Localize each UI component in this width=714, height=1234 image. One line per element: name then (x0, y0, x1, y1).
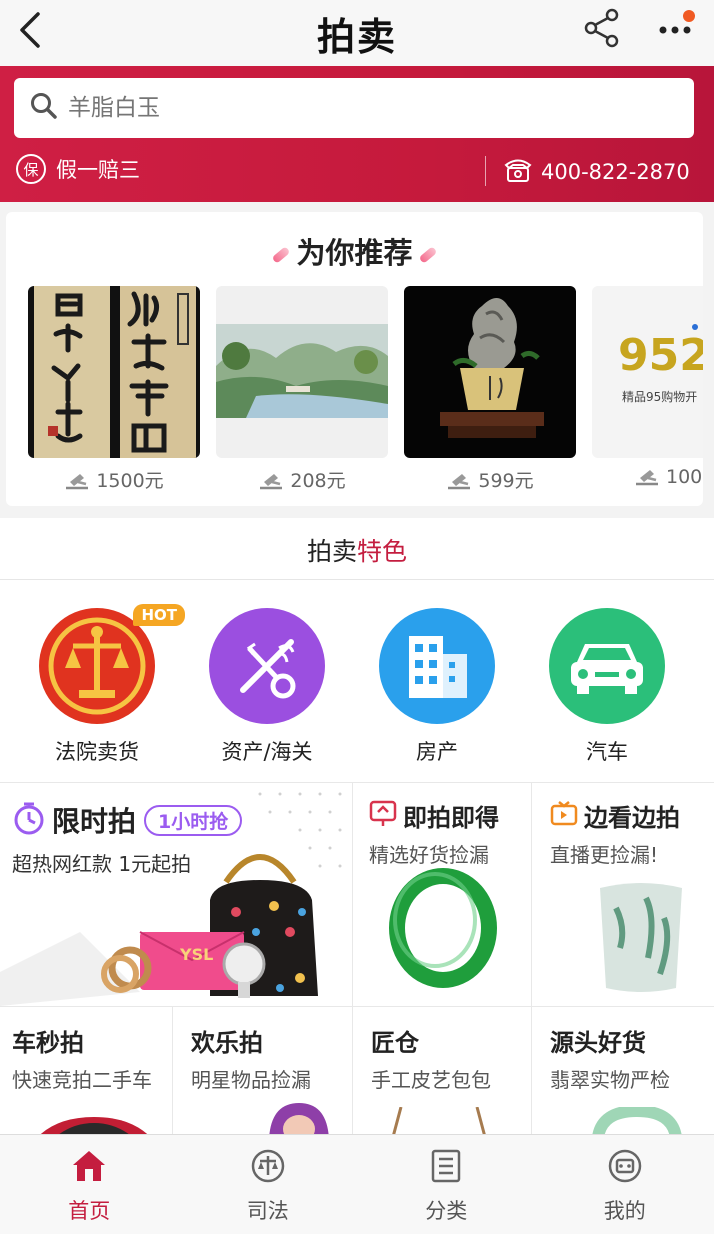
tab-home[interactable]: 首页 (0, 1135, 179, 1234)
recommend-item-price: 1500元 (28, 466, 200, 495)
feature-assets-customs[interactable]: 资产/海关 (202, 608, 332, 766)
gavel-board-icon (369, 800, 397, 832)
car-subtitle: 快速竞拍二手车 (12, 1068, 152, 1092)
feature-real-estate[interactable]: 房产 (372, 608, 502, 766)
decor-pill-icon (418, 246, 437, 264)
phone-icon (503, 154, 533, 189)
page-title: 拍卖 (316, 14, 397, 59)
recommend-item-image[interactable]: 952 精品95购物开 (592, 286, 703, 458)
instant-subtitle: 精选好货捡漏 (369, 843, 489, 867)
craft-card[interactable]: 匠仓 手工皮艺包包 (353, 1007, 531, 1134)
live-title: 边看边拍 (584, 804, 680, 832)
building-icon (379, 608, 495, 724)
recommend-title: 为你推荐 (6, 230, 703, 272)
recommend-item-price: 208元 (216, 466, 388, 495)
jade-bangle-image (389, 868, 497, 988)
jade-bangle-image (592, 1107, 682, 1134)
recommend-item-price: 599元 (404, 466, 576, 495)
instant-title: 即拍即得 (403, 804, 499, 832)
recommend-item-price: 100 (592, 466, 703, 491)
luxury-products-image: YSL (101, 854, 318, 998)
recommend-item-image[interactable] (404, 286, 576, 458)
search-input[interactable] (68, 95, 628, 121)
hotline-link[interactable]: 400-822-2870 (503, 154, 690, 189)
navigation-bar: 拍卖 (0, 0, 714, 66)
profile-icon (607, 1149, 643, 1187)
live-subtitle: 直播更捡漏! (550, 843, 659, 867)
divider (0, 782, 714, 783)
share-icon[interactable] (582, 8, 622, 48)
recommend-item-image[interactable] (216, 286, 388, 458)
notification-dot (683, 10, 695, 22)
gavel-icon (64, 470, 90, 495)
fun-auction-card[interactable]: 欢乐拍 明星物品捡漏 (173, 1007, 352, 1134)
car-image (40, 1117, 148, 1134)
car-icon (549, 608, 665, 724)
source-title: 源头好货 (550, 1029, 646, 1057)
guarantee-icon: 保 (16, 154, 46, 184)
car-auction-card[interactable]: 车秒拍 快速竞拍二手车 (0, 1007, 172, 1134)
divider (531, 782, 532, 1134)
fun-subtitle: 明星物品捡漏 (191, 1068, 311, 1092)
guarantee-label: 假一赔三 (56, 158, 140, 182)
category-icon (428, 1149, 464, 1187)
divider (0, 1006, 714, 1007)
tab-judicial[interactable]: 司法 (179, 1135, 358, 1234)
search-icon (30, 92, 58, 124)
promo-grid: 限时拍 1小时抢 超热网红款 1元起拍 YSL 即拍即得 精选好货捡漏 边看边拍… (0, 782, 714, 1134)
bottom-nav: 首页 司法 分类 我的 (0, 1134, 714, 1234)
decor-pill-icon (272, 246, 291, 264)
divider (485, 156, 486, 186)
hot-badge: HOT (133, 604, 185, 626)
tv-icon (550, 800, 578, 832)
jade-pendant-image (600, 883, 682, 992)
tab-category[interactable]: 分类 (357, 1135, 536, 1234)
guarantee-link[interactable]: 保 假一赔三 (16, 154, 140, 184)
gavel-icon (258, 470, 284, 495)
search-header: 保 假一赔三 400-822-2870 (0, 66, 714, 202)
court-emblem-icon: HOT (39, 604, 185, 724)
divider (0, 579, 714, 580)
recommend-item-image[interactable] (28, 286, 200, 458)
hotline-number: 400-822-2870 (541, 159, 690, 184)
leather-bag-image (392, 1107, 486, 1134)
key-caduceus-icon (209, 608, 325, 724)
features-section: 拍卖特色 HOT 法院卖货 资产/海关 房产 汽车 (0, 518, 714, 782)
gavel-icon (634, 466, 660, 491)
back-icon[interactable] (12, 8, 52, 52)
car-title: 车秒拍 (12, 1029, 84, 1057)
fun-title: 欢乐拍 (191, 1029, 263, 1057)
live-auction-card[interactable]: 边看边拍 直播更捡漏! (532, 782, 714, 1006)
instant-auction-card[interactable]: 即拍即得 精选好货捡漏 (353, 782, 531, 1006)
home-icon (71, 1151, 107, 1187)
more-icon[interactable] (655, 10, 699, 46)
gavel-icon (446, 470, 472, 495)
divider (172, 1006, 173, 1134)
svg-text:YSL: YSL (179, 945, 213, 964)
craft-title: 匠仓 (371, 1029, 419, 1057)
flash-auction-card[interactable]: 限时拍 1小时抢 超热网红款 1元起拍 YSL (0, 782, 352, 1006)
craft-subtitle: 手工皮艺包包 (371, 1068, 491, 1092)
source-goods-card[interactable]: 源头好货 翡翠实物严检 (532, 1007, 714, 1134)
judicial-emblem-icon (250, 1149, 286, 1187)
features-title: 拍卖特色 (306, 537, 408, 566)
tab-profile[interactable]: 我的 (536, 1135, 714, 1234)
source-subtitle: 翡翠实物严检 (550, 1068, 670, 1092)
feature-car[interactable]: 汽车 (542, 608, 672, 766)
feature-court-sale[interactable]: HOT 法院卖货 (32, 604, 185, 766)
divider (352, 782, 353, 1134)
search-bar[interactable] (14, 78, 694, 138)
celebrity-image (269, 1103, 329, 1134)
recommend-card: 为你推荐 1500元 208元 599元 952 精品95购物开 100 (6, 212, 703, 506)
